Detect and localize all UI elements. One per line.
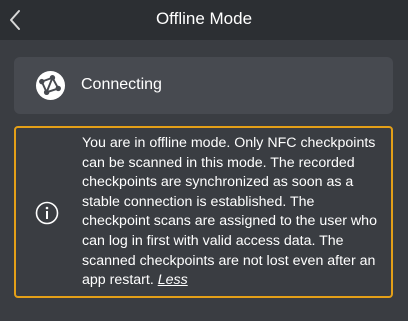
connection-status-label: Connecting [81,76,162,93]
page-title: Offline Mode [155,9,253,28]
offline-info-text: You are in offline mode. Only NFC checkp… [82,134,386,291]
offline-info-message: You are in offline mode. Only NFC checkp… [82,135,377,289]
offline-info-box: You are in offline mode. Only NFC checkp… [14,126,393,298]
info-icon [35,201,59,225]
connection-status-card: Connecting [14,57,393,114]
top-bar: Offline Mode [0,0,408,40]
network-globe-icon [35,70,66,101]
less-link[interactable]: Less [158,272,188,288]
